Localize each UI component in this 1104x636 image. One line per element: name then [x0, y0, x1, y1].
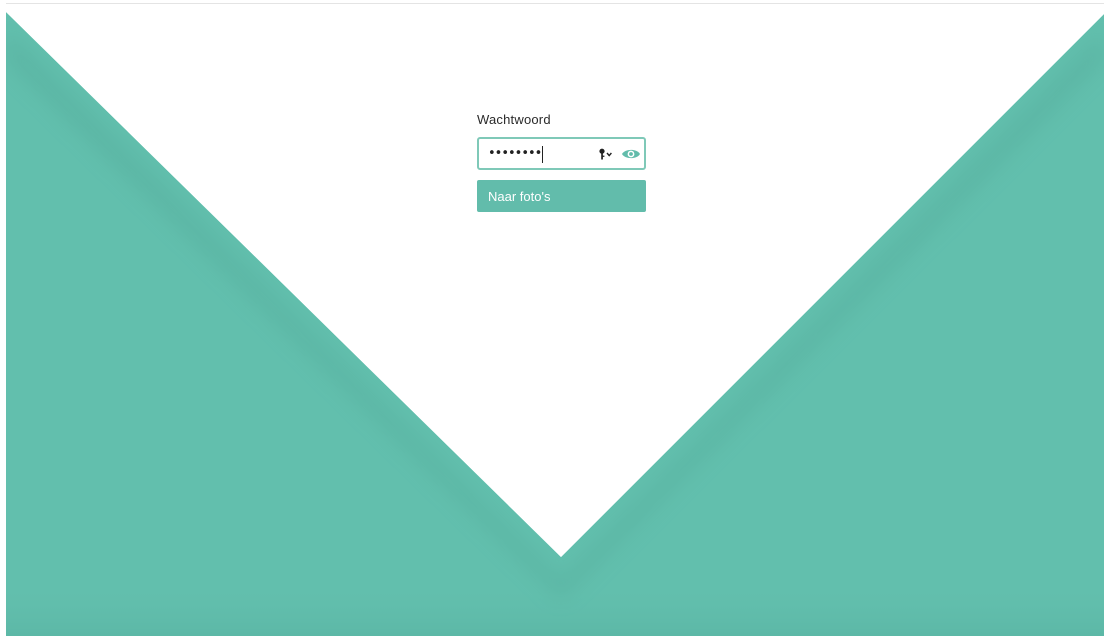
- bottom-shade: [6, 590, 1104, 636]
- password-label: Wachtwoord: [477, 112, 551, 127]
- envelope-background: [0, 0, 1104, 636]
- password-form: Wachtwoord Naar foto's: [477, 112, 647, 212]
- page: Wachtwoord Naar foto's: [0, 0, 1104, 636]
- key-icon[interactable]: [598, 148, 616, 160]
- password-field[interactable]: [477, 137, 646, 170]
- left-edge: [0, 0, 6, 636]
- eye-icon[interactable]: [621, 147, 641, 161]
- submit-button[interactable]: Naar foto's: [477, 180, 646, 212]
- password-input[interactable]: [479, 139, 600, 168]
- text-caret: [542, 146, 543, 163]
